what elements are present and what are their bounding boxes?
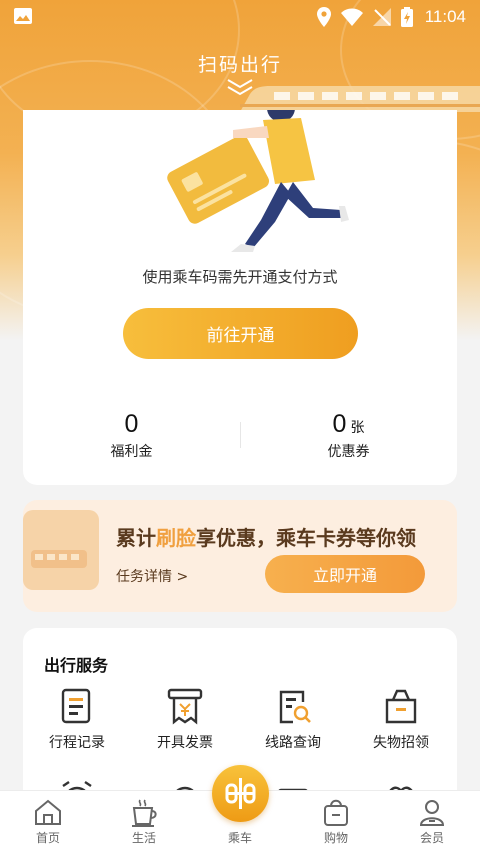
service-label: 行程记录 (49, 735, 105, 751)
promo-title-highlight: 刷脸 (156, 526, 196, 550)
service-invoice[interactable]: 开具发票 (131, 686, 239, 752)
welfare-value: 0 (124, 410, 139, 438)
ride-icon (225, 778, 256, 809)
tab-life[interactable]: 生活 (109, 797, 179, 846)
coupon-label: 优惠券 (327, 444, 370, 460)
invoice-icon (167, 688, 203, 725)
trip-record-icon (61, 688, 91, 724)
tab-label: 会员 (419, 831, 444, 845)
welfare-label: 福利金 (110, 444, 153, 460)
tab-label: 首页 (35, 831, 60, 845)
tab-home[interactable]: 首页 (13, 797, 83, 846)
pay-method-tip: 使用乘车码需先开通支付方式 (142, 268, 338, 286)
route-search-icon (279, 690, 311, 724)
battery-icon (400, 7, 413, 27)
shopping-bag-icon (324, 799, 348, 826)
location-icon (316, 7, 331, 27)
welfare-stat[interactable]: 0 福利金 (23, 410, 240, 461)
coupon-value: 0 (332, 410, 347, 438)
promo-title-suffix: 享优惠，乘车卡券等你领 (196, 526, 416, 550)
ride-card-illustration (23, 510, 99, 590)
activate-now-button[interactable]: 立即开通 (265, 555, 425, 593)
wifi-icon (340, 8, 363, 26)
person-with-card-illustration (167, 110, 349, 252)
train-illustration (240, 86, 480, 112)
coupon-unit: 张 (350, 420, 365, 436)
lost-found-icon (385, 689, 417, 724)
section-title: 出行服务 (44, 656, 109, 675)
home-icon (35, 799, 61, 825)
service-lost-found[interactable]: 失物招领 (347, 686, 455, 752)
service-label: 开具发票 (157, 735, 213, 751)
coupon-stat[interactable]: 0张 优惠券 (240, 410, 457, 461)
page-title: 扫码出行 (197, 54, 282, 76)
face-pay-promo-banner[interactable]: 累计刷脸享优惠，乘车卡券等你领 任务详情 > 立即开通 (23, 500, 457, 612)
service-label: 失物招领 (373, 735, 429, 751)
coffee-icon (132, 799, 157, 827)
service-label: 线路查询 (265, 735, 321, 751)
go-activate-button[interactable]: 前往开通 (123, 308, 358, 359)
tab-label: 购物 (323, 831, 348, 845)
tab-member[interactable]: 会员 (397, 797, 467, 846)
task-details-link[interactable]: 任务详情 > (116, 566, 188, 586)
no-signal-icon (372, 8, 391, 26)
status-bar: 11:04 (0, 0, 480, 34)
service-trip-record[interactable]: 行程记录 (23, 686, 131, 752)
ride-center-button[interactable] (212, 765, 269, 822)
tab-shopping[interactable]: 购物 (301, 797, 371, 846)
tab-label: 乘车 (227, 831, 252, 845)
member-icon (419, 800, 445, 826)
tab-label: 生活 (131, 831, 156, 845)
promo-title-prefix: 累计 (116, 526, 156, 550)
ride-code-card: 使用乘车码需先开通支付方式 前往开通 0 福利金 0张 优惠券 (23, 110, 457, 485)
promo-title: 累计刷脸享优惠，乘车卡券等你领 (116, 522, 416, 551)
service-route-search[interactable]: 线路查询 (239, 686, 347, 752)
image-icon (14, 8, 32, 24)
clock: 11:04 (424, 7, 466, 26)
